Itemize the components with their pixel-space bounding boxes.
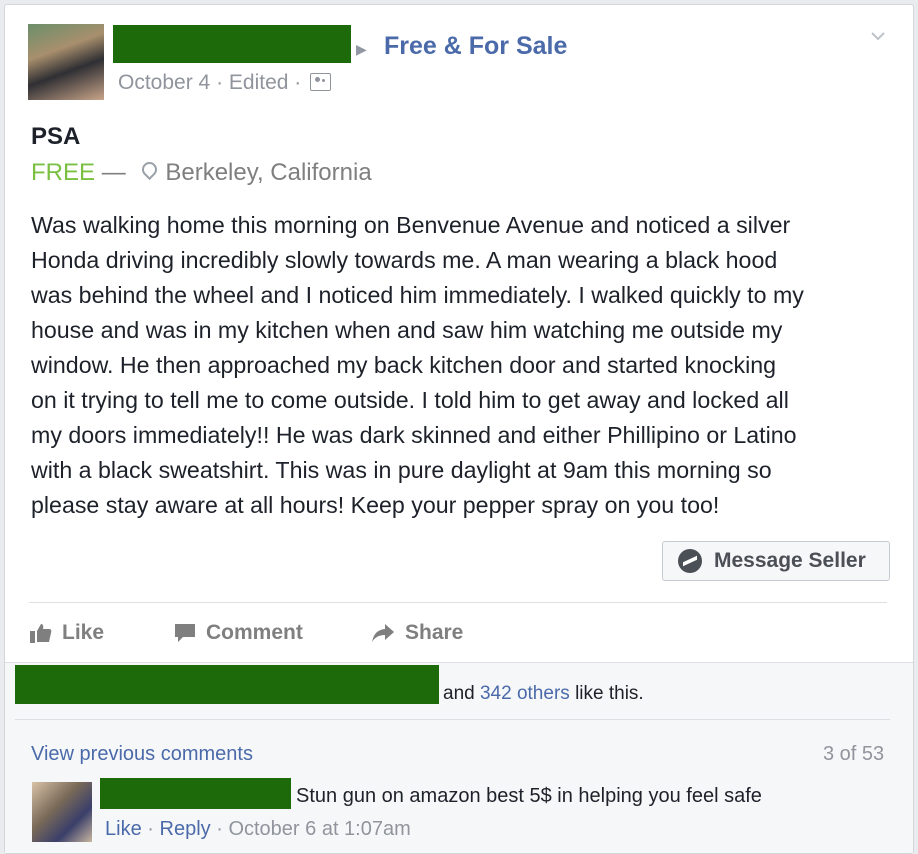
share-arrow-icon [372,624,394,642]
group-link[interactable]: Free & For Sale [384,32,567,61]
comment-bubble-icon [175,624,195,642]
post-body: Was walking home this morning on Benvenu… [31,212,804,518]
comment-actions: Like · Reply · October 6 at 1:07am [105,818,411,840]
divider [15,719,890,720]
redacted-commenter-name [100,778,291,809]
like-action-button[interactable]: Like [30,621,104,645]
redacted-author-name [113,25,351,63]
divider [29,602,887,603]
comment-reply-link[interactable]: Reply [160,818,211,840]
listing-price: FREE [31,159,96,186]
post-card: ▶ Free & For Sale October 4 · Edited · P… [4,4,914,854]
comment-like-link[interactable]: Like [105,818,142,840]
listing-location: Berkeley, California [165,159,372,186]
comment-text: Stun gun on amazon best 5$ in helping yo… [296,785,762,807]
likes-summary: and 342 others like this. [443,683,644,704]
author-avatar[interactable] [28,24,104,100]
arrow-right-icon: ▶ [356,41,367,57]
comments-count: 3 of 53 [823,743,885,765]
listing-title: PSA [31,123,81,150]
post-date[interactable]: October 4 [118,71,210,94]
comment-timestamp[interactable]: October 6 at 1:07am [228,818,410,840]
audience-icon[interactable] [310,73,332,91]
location-pin-icon [139,158,161,181]
comment-action-button[interactable]: Comment [174,621,303,645]
messenger-icon [678,549,702,573]
chevron-down-icon[interactable] [871,29,885,43]
view-previous-comments-link[interactable]: View previous comments [31,743,253,766]
price-location-line: FREE — Berkeley, California [31,158,372,186]
commenter-avatar[interactable] [32,782,92,842]
redacted-liker-names [15,665,439,704]
others-likes-link[interactable]: 342 others [480,683,570,704]
post-meta: October 4 · Edited · [118,71,332,95]
edited-label[interactable]: Edited [229,71,289,94]
share-action-button[interactable]: Share [371,621,463,645]
thumbs-up-icon [30,624,52,643]
message-seller-button[interactable]: Message Seller [662,541,890,581]
